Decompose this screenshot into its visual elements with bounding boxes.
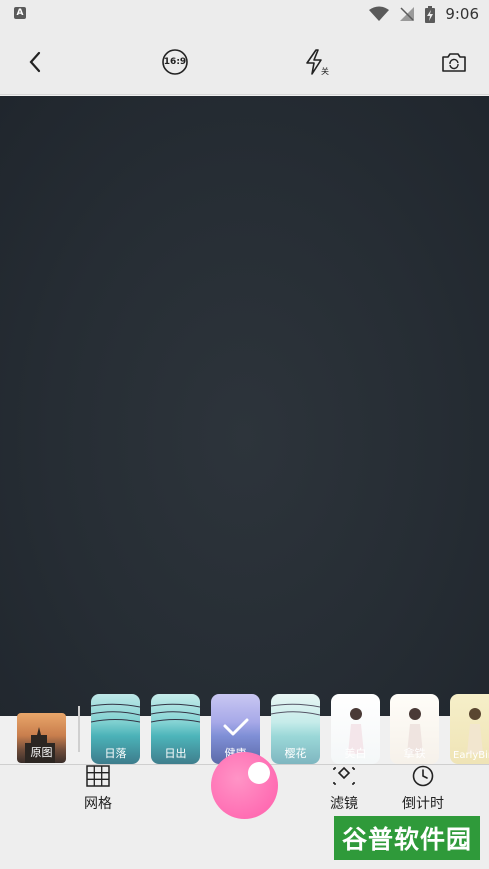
- aspect-ratio-button[interactable]: 16:9: [161, 48, 189, 76]
- filter-divider: [78, 706, 80, 752]
- no-signal-icon: [400, 7, 415, 21]
- filter-label: 日落: [104, 747, 127, 760]
- shutter-button[interactable]: [211, 752, 278, 819]
- countdown-tool[interactable]: 倒计时: [402, 765, 444, 813]
- status-time: 9:06: [445, 5, 479, 23]
- aspect-ratio-label: 16:9: [163, 57, 187, 67]
- flash-off-icon: 关: [306, 49, 329, 76]
- svg-text:关: 关: [321, 66, 329, 76]
- chevron-left-icon: [29, 51, 41, 73]
- filter-latte[interactable]: 拿铁: [390, 694, 439, 764]
- filter-whitening[interactable]: 美白: [331, 694, 380, 764]
- filter-tool[interactable]: 滤镜: [330, 765, 358, 813]
- flash-off-button[interactable]: 关: [302, 48, 330, 76]
- filter-label: 美白: [344, 747, 367, 760]
- status-icons: 9:06: [369, 5, 479, 23]
- filter-sunset[interactable]: 日落: [91, 694, 140, 764]
- status-bar: A 9:06: [0, 0, 489, 28]
- filter-magic-icon: [333, 766, 355, 785]
- app-notification-icon: A: [14, 7, 26, 19]
- grid-tool[interactable]: 网格: [84, 765, 112, 813]
- camera-preview[interactable]: [0, 96, 489, 716]
- battery-charging-icon: [425, 5, 436, 23]
- switch-camera-button[interactable]: [440, 48, 468, 76]
- filter-label: 原图: [30, 746, 53, 759]
- timer-icon: [412, 765, 434, 787]
- filter-sunrise[interactable]: 日出: [151, 694, 200, 764]
- filter-label: 滤镜: [330, 796, 358, 812]
- back-button[interactable]: [21, 48, 49, 76]
- countdown-label: 倒计时: [402, 796, 444, 812]
- filter-earlybird[interactable]: EarlyBird: [450, 694, 489, 764]
- filter-sakura[interactable]: 樱花: [271, 694, 320, 764]
- filter-label: 樱花: [284, 747, 307, 760]
- switch-camera-icon: [442, 53, 466, 72]
- watermark-text: 谷普软件园: [341, 825, 472, 854]
- filter-label: 拿铁: [403, 747, 426, 760]
- filter-original[interactable]: 原图: [17, 713, 66, 763]
- grid-label: 网格: [84, 796, 112, 812]
- shutter-highlight: [248, 762, 270, 784]
- filter-label: EarlyBird: [453, 750, 489, 761]
- camera-top-bar: 16:9 关: [0, 28, 489, 95]
- filter-label: 日出: [164, 747, 187, 760]
- grid-icon: [86, 765, 110, 787]
- site-watermark: 谷普软件园: [334, 816, 480, 860]
- wifi-icon: [369, 6, 390, 21]
